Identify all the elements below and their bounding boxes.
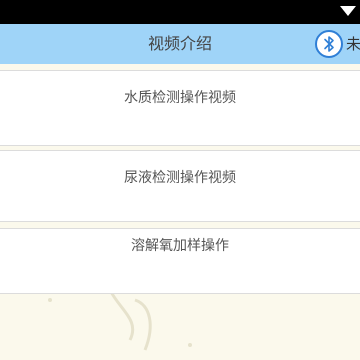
bluetooth-icon[interactable] [314, 29, 344, 59]
list-item-label: 溶解氧加样操作 [131, 238, 229, 254]
app-screen: 视频介绍 未 水质检测操作视频 尿液检测操作视频 溶解氧加样操作 [0, 0, 360, 360]
wifi-icon [340, 6, 356, 16]
page-title: 视频介绍 [147, 34, 212, 53]
list-item-label: 尿液检测操作视频 [124, 170, 236, 186]
list-item-video-oxygen[interactable]: 溶解氧加样操作 [0, 228, 360, 294]
status-bar [0, 0, 360, 24]
bluetooth-status-text: 未 [346, 35, 360, 53]
list-item-label: 水质检测操作视频 [124, 90, 236, 106]
header-bar: 视频介绍 未 [0, 24, 360, 64]
list-item-video-urine[interactable]: 尿液检测操作视频 [0, 150, 360, 222]
list-item-video-water[interactable]: 水质检测操作视频 [0, 70, 360, 146]
